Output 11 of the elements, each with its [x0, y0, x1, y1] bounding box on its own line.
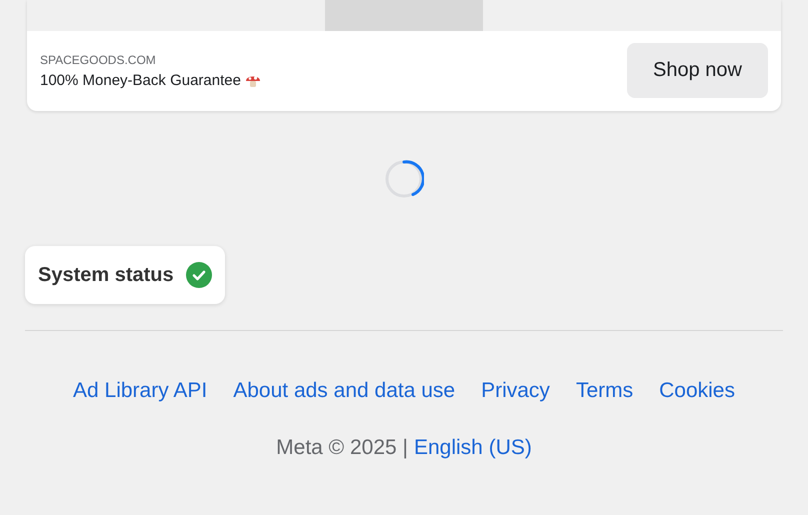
- footer-link[interactable]: Cookies: [659, 379, 735, 403]
- language-link[interactable]: English (US): [414, 436, 532, 460]
- footer-link[interactable]: Privacy: [481, 379, 550, 403]
- footer-link[interactable]: Terms: [576, 379, 634, 403]
- system-status-button[interactable]: System status: [25, 246, 225, 304]
- copyright-text: Meta © 2025 |: [276, 436, 408, 460]
- shop-now-button[interactable]: Shop now: [627, 43, 768, 98]
- ad-headline: 100% Money-Back Guarantee: [40, 72, 241, 88]
- footer-link[interactable]: About ads and data use: [233, 379, 456, 403]
- ad-domain: SPACEGOODS.COM: [40, 52, 157, 66]
- footer-link[interactable]: Ad Library API: [73, 379, 208, 403]
